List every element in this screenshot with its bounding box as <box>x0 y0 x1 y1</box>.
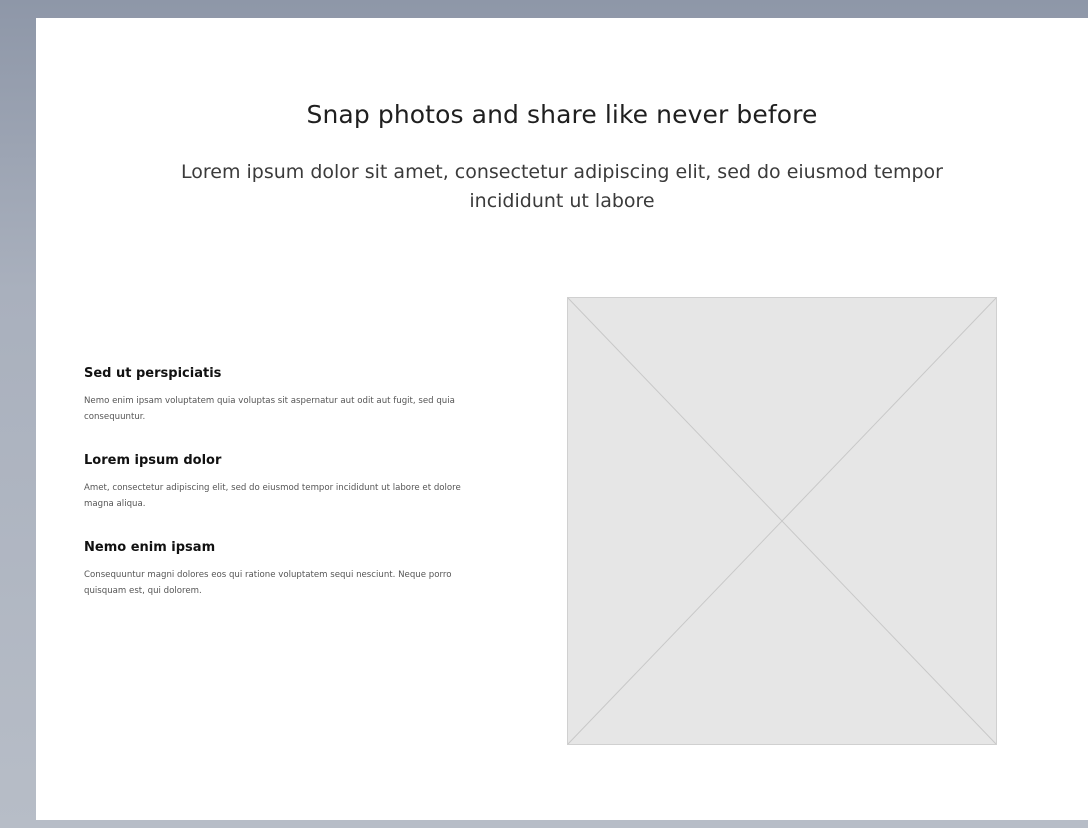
feature-item: Nemo enim ipsam Consequuntur magni dolor… <box>84 540 474 599</box>
feature-title: Sed ut perspiciatis <box>84 366 222 381</box>
feature-title: Nemo enim ipsam <box>84 540 216 555</box>
hero-title: Snap photos and share like never before <box>306 100 818 129</box>
image-placeholder-icon <box>568 298 996 744</box>
feature-title: Lorem ipsum dolor <box>84 453 222 468</box>
feature-description: Amet, consectetur adipiscing elit, sed d… <box>84 483 461 509</box>
feature-item: Lorem ipsum dolor Amet, consectetur adip… <box>84 453 474 512</box>
feature-description: Consequuntur magni dolores eos qui ratio… <box>84 570 452 596</box>
page-canvas: Snap photos and share like never before … <box>36 18 1088 820</box>
feature-item: Sed ut perspiciatis Nemo enim ipsam volu… <box>84 366 474 425</box>
feature-description: Nemo enim ipsam voluptatem quia voluptas… <box>84 396 455 422</box>
feature-list: Sed ut perspiciatis Nemo enim ipsam volu… <box>84 366 474 627</box>
hero-subtitle: Lorem ipsum dolor sit amet, consectetur … <box>180 161 943 212</box>
image-placeholder <box>567 297 997 745</box>
